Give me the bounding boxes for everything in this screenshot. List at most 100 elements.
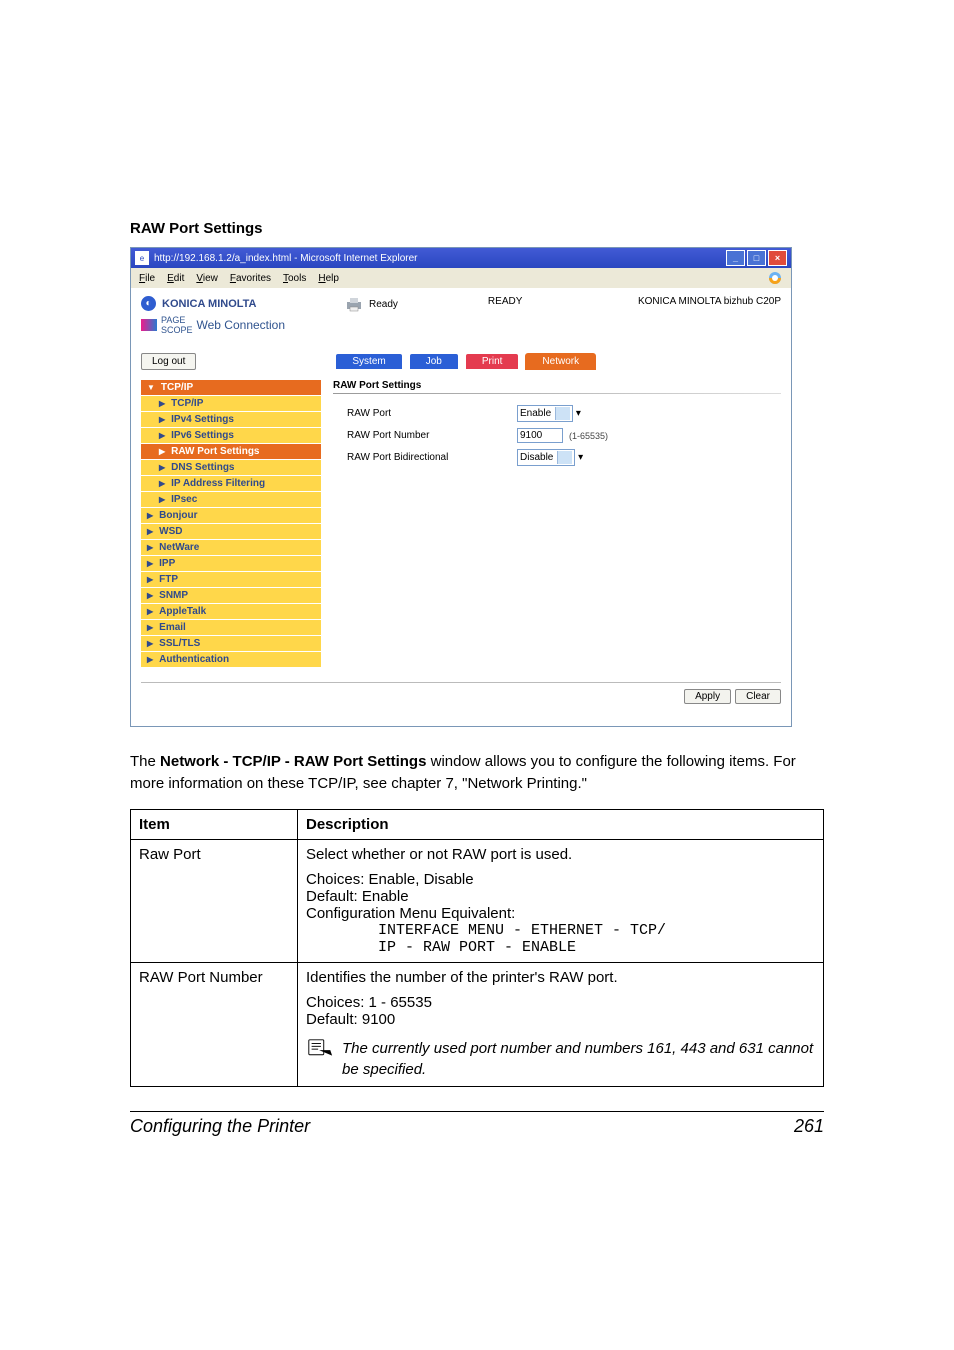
select-raw-port[interactable]: Enable ▾ <box>517 405 581 422</box>
label-raw-port: RAW Port <box>347 408 517 419</box>
sidebar-item-label: IP Address Filtering <box>171 478 265 489</box>
sidebar-item-ssl[interactable]: ▶SSL/TLS <box>141 636 321 652</box>
sidebar: ▼ TCP/IP ▶TCP/IP ▶IPv4 Settings ▶IPv6 Se… <box>141 380 321 668</box>
sidebar-item-label: IPv6 Settings <box>171 430 234 441</box>
arrow-right-icon: ▶ <box>147 575 153 584</box>
footer-left: Configuring the Printer <box>130 1116 310 1137</box>
sidebar-item-label: IPsec <box>171 494 197 505</box>
sidebar-item-label: IPP <box>159 558 175 569</box>
select-value: Disable <box>520 452 553 463</box>
desc-line: Default: 9100 <box>306 1011 815 1028</box>
arrow-right-icon: ▶ <box>147 623 153 632</box>
sidebar-item-ipp[interactable]: ▶ IPP <box>141 556 321 572</box>
sidebar-item-netware[interactable]: ▶NetWare <box>141 540 321 556</box>
chevron-down-icon: ▾ <box>576 408 581 419</box>
apply-button[interactable]: Apply <box>684 689 731 704</box>
pagescope-icon <box>141 319 157 331</box>
sidebar-item-label: DNS Settings <box>171 462 234 473</box>
sidebar-item-ipv6[interactable]: ▶ IPv6 Settings <box>141 428 321 444</box>
sidebar-item-label: TCP/IP <box>171 398 203 409</box>
model-name: KONICA MINOLTA bizhub C20P <box>638 296 781 307</box>
sidebar-item-rawport[interactable]: ▶RAW Port Settings <box>141 444 321 460</box>
arrow-right-icon: ▶ <box>159 431 165 440</box>
ie-favicon: e <box>135 251 149 265</box>
menu-file[interactable]: File <box>139 273 155 284</box>
tab-print[interactable]: Print <box>466 354 519 369</box>
hint-raw-port-number: (1-65535) <box>569 431 608 441</box>
brand-mark-icon: ◐ <box>141 296 156 311</box>
arrow-right-icon: ▶ <box>147 607 153 616</box>
ie-logo-icon <box>767 270 783 286</box>
pagescope-text: Web Connection <box>197 318 286 332</box>
clear-button[interactable]: Clear <box>735 689 781 704</box>
menu-favorites[interactable]: Favorites <box>230 273 271 284</box>
tab-job[interactable]: Job <box>410 354 458 369</box>
cell-item: RAW Port Number <box>131 962 298 1086</box>
cell-desc: Identifies the number of the printer's R… <box>298 962 824 1086</box>
sidebar-item-tcpip[interactable]: ▶TCP/IP <box>141 396 321 412</box>
minimize-button[interactable]: _ <box>726 250 745 266</box>
sidebar-item-label: Email <box>159 622 186 633</box>
sidebar-item-dns[interactable]: ▶ DNS Settings <box>141 460 321 476</box>
sidebar-item-bonjour[interactable]: ▶Bonjour <box>141 508 321 524</box>
maximize-button[interactable]: □ <box>747 250 766 266</box>
footer-page-number: 261 <box>794 1116 824 1137</box>
settings-table: Item Description Raw Port Select whether… <box>130 809 824 1087</box>
sidebar-item-ftp[interactable]: ▶ FTP <box>141 572 321 588</box>
arrow-right-icon: ▶ <box>159 495 165 504</box>
select-raw-port-bidir[interactable]: Disable ▾ <box>517 449 583 466</box>
arrow-right-icon: ▶ <box>159 415 165 424</box>
brand-logo: ◐ KONICA MINOLTA <box>141 296 285 311</box>
table-row: Raw Port Select whether or not RAW port … <box>131 839 824 962</box>
desc-line: Identifies the number of the printer's R… <box>306 969 815 986</box>
close-button[interactable]: × <box>768 250 787 266</box>
panel-hr <box>333 393 781 394</box>
chevron-down-icon: ▾ <box>578 452 583 463</box>
sidebar-item-label: Bonjour <box>159 510 197 521</box>
logout-button[interactable]: Log out <box>141 353 196 370</box>
note-row: The currently used port number and numbe… <box>306 1038 815 1080</box>
sidebar-item-ipv4[interactable]: ▶ IPv4 Settings <box>141 412 321 428</box>
th-item: Item <box>131 809 298 839</box>
main-panel: RAW Port Settings RAW Port Enable ▾ RAW … <box>333 380 781 668</box>
spacer <box>306 986 815 994</box>
brand-text: KONICA MINOLTA <box>162 298 257 310</box>
sidebar-item-appletalk[interactable]: ▶ AppleTalk <box>141 604 321 620</box>
arrow-right-icon: ▶ <box>159 463 165 472</box>
chevron-down-icon: ▼ <box>147 383 155 392</box>
sidebar-item-ipfilter[interactable]: ▶IP Address Filtering <box>141 476 321 492</box>
sidebar-item-label: FTP <box>159 574 178 585</box>
tab-network[interactable]: Network <box>526 354 595 369</box>
th-desc: Description <box>298 809 824 839</box>
sidebar-item-snmp[interactable]: ▶SNMP <box>141 588 321 604</box>
sidebar-item-email[interactable]: ▶ Email <box>141 620 321 636</box>
sidebar-item-label: IPv4 Settings <box>171 414 234 425</box>
sidebar-item-label: Authentication <box>159 654 229 665</box>
pagescope-prefix: PAGESCOPE <box>161 315 193 335</box>
desc-line: Select whether or not RAW port is used. <box>306 846 815 863</box>
label-raw-port-number: RAW Port Number <box>347 430 517 441</box>
sidebar-item-label: WSD <box>159 526 182 537</box>
sidebar-head-label: TCP/IP <box>161 382 193 393</box>
menu-edit[interactable]: Edit <box>167 273 184 284</box>
sidebar-item-wsd[interactable]: ▶WSD <box>141 524 321 540</box>
tab-system[interactable]: System <box>336 354 401 369</box>
input-raw-port-number[interactable] <box>517 428 563 443</box>
menu-tools[interactable]: Tools <box>283 273 306 284</box>
sidebar-item-auth[interactable]: ▶Authentication <box>141 652 321 668</box>
description-paragraph: The Network - TCP/IP - RAW Port Settings… <box>130 751 824 795</box>
menu-help[interactable]: Help <box>318 273 339 284</box>
browser-window: e http://192.168.1.2/a_index.html - Micr… <box>130 247 792 727</box>
arrow-right-icon: ▶ <box>147 559 153 568</box>
desc-line: Configuration Menu Equivalent: <box>306 905 815 922</box>
status-label: Ready <box>369 299 398 310</box>
sidebar-item-label: RAW Port Settings <box>171 446 259 457</box>
menu-view[interactable]: View <box>196 273 218 284</box>
select-value: Enable <box>520 408 551 419</box>
status-block: Ready <box>345 296 398 312</box>
sidebar-item-label: SSL/TLS <box>159 638 200 649</box>
sidebar-item-ipsec[interactable]: ▶ IPsec <box>141 492 321 508</box>
sidebar-item-label: AppleTalk <box>159 606 206 617</box>
spacer <box>306 863 815 871</box>
sidebar-head-tcpip[interactable]: ▼ TCP/IP <box>141 380 321 396</box>
